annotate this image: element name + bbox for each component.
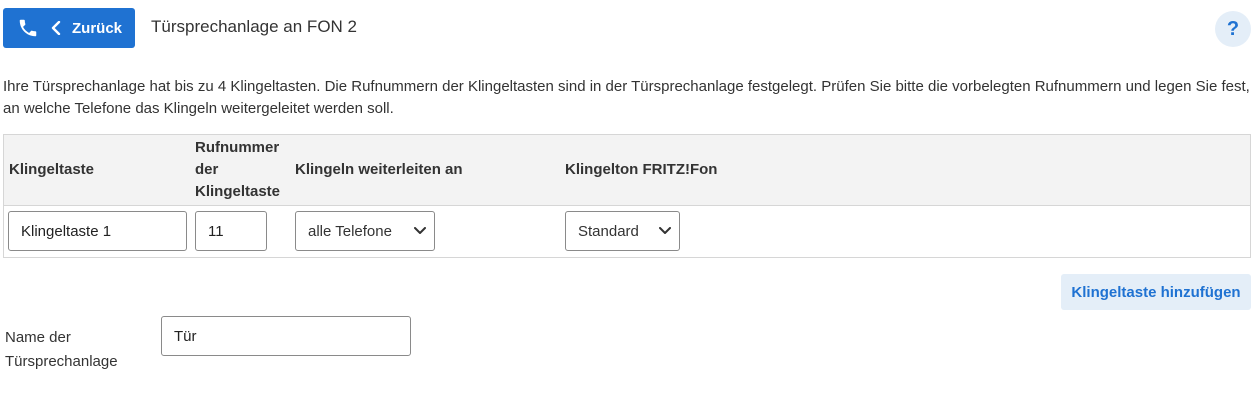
rufnummer-input[interactable]: 11 [195, 211, 267, 251]
header-klingeltaste: Klingeltaste [9, 161, 95, 178]
doorphone-name-input[interactable]: Tür [161, 316, 411, 356]
rufnummer-value: 11 [208, 222, 224, 240]
phone-icon [17, 17, 39, 39]
doorphone-name-value: Tür [174, 327, 197, 345]
table-header: Klingeltaste Rufnummer der Klingeltaste … [4, 135, 1250, 206]
header-klingelton: Klingelton FRITZ!Fon [565, 161, 718, 178]
help-button[interactable]: ? [1215, 11, 1251, 47]
doorbell-table: Klingeltaste Rufnummer der Klingeltaste … [3, 134, 1251, 258]
ringtone-select-value: Standard [578, 222, 639, 240]
help-icon: ? [1226, 17, 1240, 40]
back-button[interactable]: Zurück [3, 8, 135, 48]
klingeltaste-name-value: Klingeltaste 1 [21, 222, 112, 240]
forward-select-value: alle Telefone [308, 222, 392, 240]
name-field-label-line1: Name der [5, 329, 71, 346]
name-field-label-line2: Türsprechanlage [5, 353, 118, 370]
page-title: Türsprechanlage an FON 2 [151, 17, 357, 36]
chevron-down-icon [659, 227, 671, 235]
header-weiterleiten: Klingeln weiterleiten an [295, 161, 463, 178]
add-klingeltaste-button[interactable]: Klingeltaste hinzufügen [1061, 274, 1251, 310]
klingeltaste-name-input[interactable]: Klingeltaste 1 [8, 211, 187, 251]
header-rufnummer: Rufnummer der Klingeltaste [195, 137, 280, 203]
header-rufnummer-line1: Rufnummer [195, 139, 280, 156]
header-rufnummer-line2: der [195, 161, 219, 178]
chevron-down-icon [414, 227, 426, 235]
name-field-label: Name der Türsprechanlage [5, 326, 145, 374]
header-rufnummer-line3: Klingeltaste [195, 183, 281, 200]
chevron-left-icon [50, 21, 62, 35]
intro-text: Ihre Türsprechanlage hat bis zu 4 Klinge… [3, 78, 1250, 117]
forward-select[interactable]: alle Telefone [295, 211, 435, 251]
back-button-label: Zurück [72, 19, 123, 37]
ringtone-select[interactable]: Standard [565, 211, 680, 251]
